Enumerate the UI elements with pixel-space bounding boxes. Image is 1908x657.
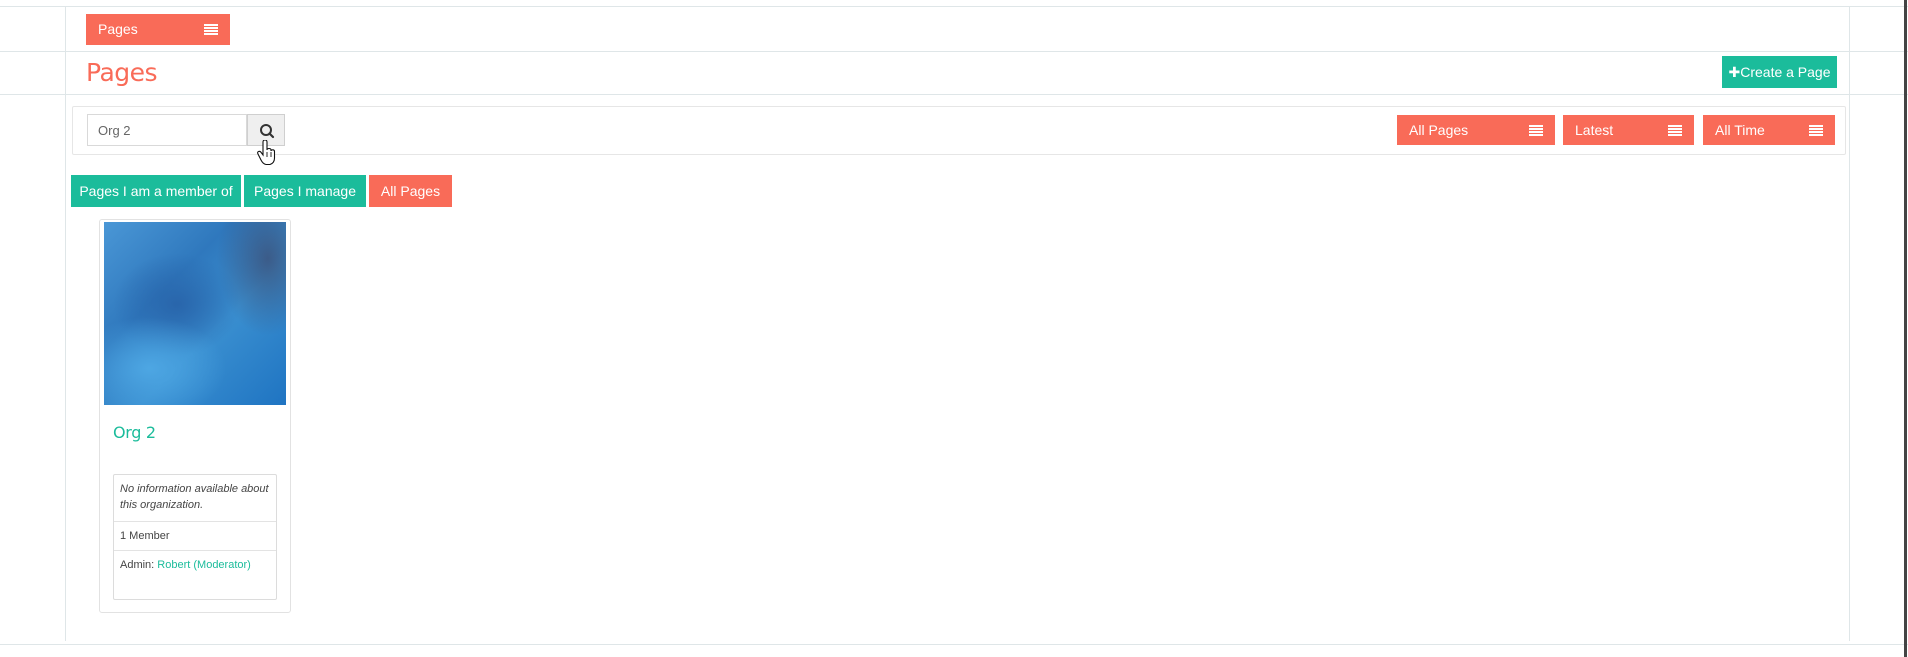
- frame-top-line: [0, 6, 1908, 7]
- filter-time-dropdown[interactable]: All Time: [1703, 115, 1835, 145]
- member-count-text: 1 Member: [120, 530, 170, 542]
- hand-cursor-icon: [257, 140, 276, 166]
- header-divider-bottom: [0, 94, 1908, 95]
- filter-type-label: All Pages: [1409, 122, 1469, 138]
- page-info-box: No information available about this orga…: [113, 474, 277, 600]
- page-description: No information available about this orga…: [114, 475, 276, 522]
- tab-all-pages[interactable]: All Pages: [369, 175, 452, 207]
- page-description-text: No information available about this orga…: [120, 483, 269, 511]
- page-member-count: 1 Member: [114, 522, 276, 551]
- filter-sort-label: Latest: [1575, 122, 1614, 138]
- menu-icon: [1529, 125, 1543, 136]
- page-cover-image[interactable]: [104, 222, 286, 405]
- plus-icon: ✚: [1728, 64, 1741, 80]
- filter-time-label: All Time: [1715, 122, 1765, 138]
- admin-link[interactable]: Robert (Moderator): [157, 559, 251, 571]
- create-page-label: Create a Page: [1740, 64, 1831, 80]
- filter-sort-dropdown[interactable]: Latest: [1563, 115, 1694, 145]
- page-card: Org 2 No information available about thi…: [99, 219, 291, 613]
- menu-icon: [1809, 125, 1823, 136]
- menu-icon: [1668, 125, 1682, 136]
- tab-member-of[interactable]: Pages I am a member of: [71, 175, 241, 207]
- breadcrumb-pages-dropdown[interactable]: Pages: [86, 14, 230, 45]
- tab-i-manage[interactable]: Pages I manage: [244, 175, 366, 207]
- search-input[interactable]: [87, 114, 247, 146]
- admin-prefix: Admin:: [120, 559, 158, 571]
- frame-left-line: [65, 6, 66, 641]
- breadcrumb-label: Pages: [98, 21, 138, 37]
- filter-type-dropdown[interactable]: All Pages: [1397, 115, 1555, 145]
- frame-bottom-line: [0, 644, 1908, 645]
- window-edge: [1904, 0, 1907, 657]
- page-admin: Admin: Robert (Moderator): [114, 551, 276, 579]
- header-divider-top: [0, 51, 1908, 52]
- frame-right-line: [1849, 6, 1850, 641]
- page-title: Pages: [86, 58, 158, 87]
- create-page-button[interactable]: ✚Create a Page: [1722, 56, 1837, 88]
- page-card-title[interactable]: Org 2: [113, 423, 156, 442]
- menu-icon: [204, 24, 218, 35]
